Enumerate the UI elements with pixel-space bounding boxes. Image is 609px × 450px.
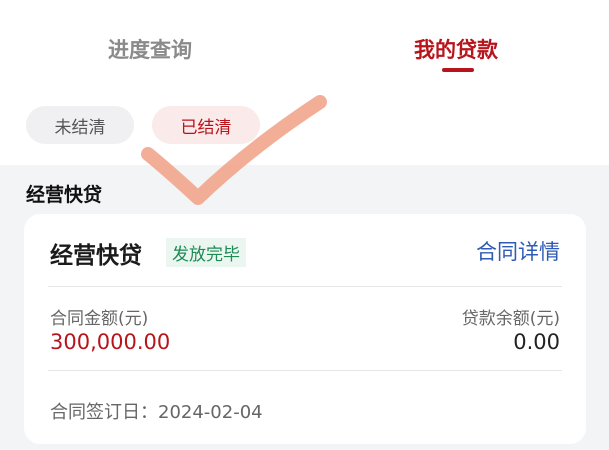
tab-my-loans[interactable]: 我的贷款 [414, 34, 498, 64]
contract-sign-date: 合同签订日：2024-02-04 [50, 402, 263, 423]
tab-progress-query[interactable]: 进度查询 [108, 34, 192, 64]
contract-amount-label: 合同金额(元) [50, 309, 149, 329]
loan-balance-label: 贷款余额(元) [461, 309, 560, 329]
divider [48, 286, 562, 287]
status-badge: 发放完毕 [166, 238, 246, 267]
contract-amount-value: 300,000.00 [50, 330, 171, 354]
loan-card[interactable]: 经营快贷 发放完毕 合同详情 合同金额(元) 300,000.00 贷款余额(元… [24, 214, 586, 444]
filter-settled[interactable]: 已结清 [152, 106, 260, 144]
loan-balance-value: 0.00 [513, 330, 560, 354]
loan-name: 经营快贷 [50, 243, 142, 269]
section-title: 经营快贷 [26, 184, 103, 206]
divider [48, 370, 562, 371]
active-tab-indicator [442, 68, 474, 72]
filter-unsettled[interactable]: 未结清 [26, 106, 134, 144]
contract-details-link[interactable]: 合同详情 [476, 236, 560, 266]
top-panel: 进度查询 我的贷款 未结清 已结清 [0, 0, 609, 165]
